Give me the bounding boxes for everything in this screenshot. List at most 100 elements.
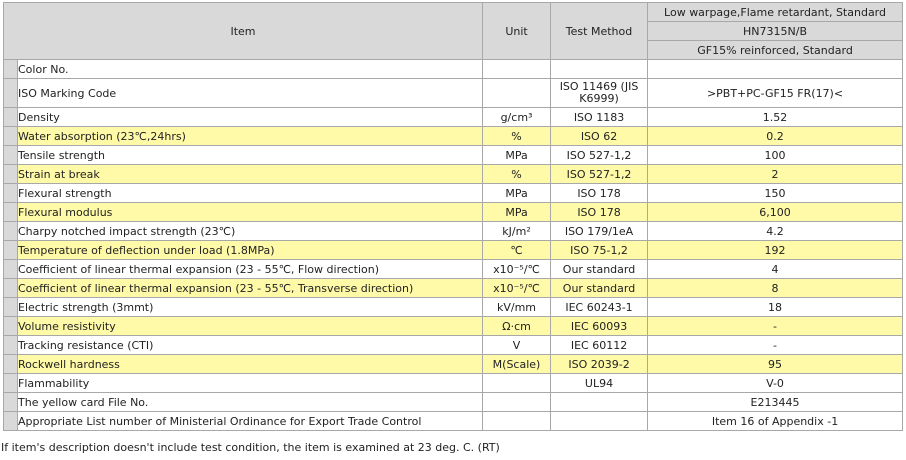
value-cell: -: [647, 335, 904, 355]
table-row: Flexural modulus MPa ISO 178 6,100: [3, 202, 904, 222]
method-cell: ISO 179/1eA: [550, 221, 649, 241]
value-cell: 4: [647, 259, 904, 279]
method-cell: Our standard: [550, 278, 649, 298]
row-index-cell: [3, 316, 18, 336]
row-index-cell: [3, 297, 18, 317]
item-cell: The yellow card File No.: [16, 392, 484, 412]
item-cell: ISO Marking Code: [16, 78, 484, 108]
unit-header: Unit: [482, 2, 552, 60]
item-cell: Rockwell hardness: [16, 354, 484, 374]
method-cell: [550, 392, 649, 412]
table-row: Rockwell hardness M(Scale) ISO 2039-2 95: [3, 354, 904, 374]
value-cell: >PBT+PC-GF15 FR(17)<: [647, 78, 904, 108]
table-row: Temperature of deflection under load (1.…: [3, 240, 904, 260]
method-cell: IEC 60093: [550, 316, 649, 336]
row-index-cell: [3, 59, 18, 79]
item-cell: Appropriate List number of Ministerial O…: [16, 411, 484, 431]
value-cell: E213445: [647, 392, 904, 412]
row-index-cell: [3, 354, 18, 374]
footnote: If item's description doesn't include te…: [1, 441, 500, 454]
unit-cell: MPa: [482, 202, 552, 222]
item-cell: Tracking resistance (CTI): [16, 335, 484, 355]
item-cell: Density: [16, 107, 484, 127]
value-cell: 95: [647, 354, 904, 374]
unit-cell: kJ/m²: [482, 221, 552, 241]
item-cell: Coefficient of linear thermal expansion …: [16, 259, 484, 279]
unit-cell: %: [482, 126, 552, 146]
item-cell: Tensile strength: [16, 145, 484, 165]
row-index-cell: [3, 145, 18, 165]
method-cell: ISO 62: [550, 126, 649, 146]
table-row: ISO Marking Code ISO 11469 (JIS K6999) >…: [3, 78, 904, 108]
grade-name-header: HN7315N/B: [647, 21, 904, 41]
table-row: Electric strength (3mmt) kV/mm IEC 60243…: [3, 297, 904, 317]
unit-cell: MPa: [482, 183, 552, 203]
item-cell: Color No.: [16, 59, 484, 79]
method-cell: ISO 178: [550, 202, 649, 222]
table-row: Volume resistivity Ω·cm IEC 60093 -: [3, 316, 904, 336]
row-index-cell: [3, 221, 18, 241]
value-cell: -: [647, 316, 904, 336]
method-cell: ISO 11469 (JIS K6999): [550, 78, 649, 108]
item-cell: Coefficient of linear thermal expansion …: [16, 278, 484, 298]
row-index-cell: [3, 373, 18, 393]
unit-cell: %: [482, 164, 552, 184]
value-cell: 6,100: [647, 202, 904, 222]
value-cell: V-0: [647, 373, 904, 393]
item-cell: Charpy notched impact strength (23℃): [16, 221, 484, 241]
value-cell: Item 16 of Appendix -1: [647, 411, 904, 431]
row-index-cell: [3, 335, 18, 355]
row-index-cell: [3, 107, 18, 127]
row-index-cell: [3, 202, 18, 222]
test-method-header: Test Method: [550, 2, 649, 60]
method-cell: UL94: [550, 373, 649, 393]
value-cell: 18: [647, 297, 904, 317]
unit-cell: [482, 59, 552, 79]
unit-cell: V: [482, 335, 552, 355]
row-index-cell: [3, 126, 18, 146]
method-cell: [550, 411, 649, 431]
method-cell: ISO 178: [550, 183, 649, 203]
table-row: Appropriate List number of Ministerial O…: [3, 411, 904, 431]
item-cell: Water absorption (23℃,24hrs): [16, 126, 484, 146]
item-cell: Flexural modulus: [16, 202, 484, 222]
item-header: Item: [2, 2, 484, 60]
table-row: Coefficient of linear thermal expansion …: [3, 278, 904, 298]
table-row: Strain at break % ISO 527-1,2 2: [3, 164, 904, 184]
method-cell: IEC 60112: [550, 335, 649, 355]
table-row: Water absorption (23℃,24hrs) % ISO 62 0.…: [3, 126, 904, 146]
method-cell: IEC 60243-1: [550, 297, 649, 317]
unit-cell: x10⁻⁵/℃: [482, 278, 552, 298]
value-cell: [647, 59, 904, 79]
table-row: Density g/cm³ ISO 1183 1.52: [3, 107, 904, 127]
grade-description-header: Low warpage,Flame retardant, Standard: [647, 2, 904, 22]
unit-cell: [482, 78, 552, 108]
table-row: Charpy notched impact strength (23℃) kJ/…: [3, 221, 904, 241]
unit-cell: g/cm³: [482, 107, 552, 127]
item-cell: Volume resistivity: [16, 316, 484, 336]
method-cell: ISO 1183: [550, 107, 649, 127]
method-cell: ISO 75-1,2: [550, 240, 649, 260]
unit-cell: [482, 392, 552, 412]
table-row: Flexural strength MPa ISO 178 150: [3, 183, 904, 203]
method-cell: ISO 527-1,2: [550, 164, 649, 184]
unit-cell: [482, 411, 552, 431]
row-index-cell: [3, 411, 18, 431]
table-row: Flammability UL94 V-0: [3, 373, 904, 393]
method-cell: ISO 2039-2: [550, 354, 649, 374]
item-cell: Flammability: [16, 373, 484, 393]
item-cell: Temperature of deflection under load (1.…: [16, 240, 484, 260]
item-cell: Strain at break: [16, 164, 484, 184]
item-cell: Electric strength (3mmt): [16, 297, 484, 317]
unit-cell: x10⁻⁵/℃: [482, 259, 552, 279]
unit-cell: M(Scale): [482, 354, 552, 374]
row-index-cell: [3, 183, 18, 203]
table-row: Tensile strength MPa ISO 527-1,2 100: [3, 145, 904, 165]
grade-subtitle-header: GF15% reinforced, Standard: [647, 40, 904, 60]
table-row: Color No.: [3, 59, 904, 79]
unit-cell: kV/mm: [482, 297, 552, 317]
unit-cell: [482, 373, 552, 393]
table-row: The yellow card File No. E213445: [3, 392, 904, 412]
value-cell: 4.2: [647, 221, 904, 241]
value-cell: 192: [647, 240, 904, 260]
